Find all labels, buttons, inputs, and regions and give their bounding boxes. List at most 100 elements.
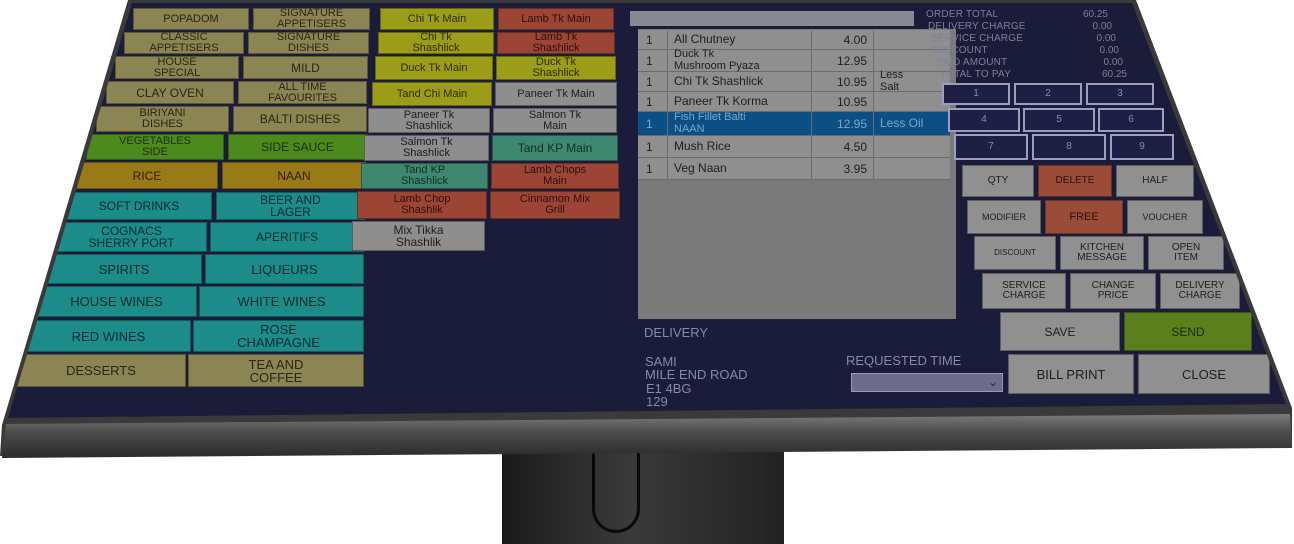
- requested-time-label: REQUESTED TIME: [846, 353, 962, 368]
- category-button[interactable]: SPIRITS: [46, 254, 202, 284]
- save-button[interactable]: SAVE: [1000, 312, 1120, 351]
- category-button[interactable]: RED WINES: [26, 320, 191, 352]
- category-button[interactable]: MILD: [243, 56, 368, 79]
- order-row[interactable]: 1 Duck Tk Mushroom Pyaza 12.95: [638, 48, 950, 72]
- voucher-button[interactable]: VOUCHER: [1127, 200, 1203, 234]
- menu-item-button[interactable]: Chi Tk Shashlick: [378, 32, 494, 54]
- menu-item-button[interactable]: Salmon Tk Main: [493, 108, 617, 133]
- order-qty: 1: [638, 158, 668, 179]
- category-button[interactable]: CLAY OVEN: [106, 81, 234, 104]
- category-button[interactable]: SIGNATURE APPETISERS: [253, 8, 370, 30]
- category-button[interactable]: RICE: [76, 162, 218, 189]
- keypad-8-button[interactable]: 8: [1032, 134, 1106, 160]
- category-button[interactable]: ROSE CHAMPAGNE: [193, 320, 364, 352]
- order-price: 12.95: [812, 50, 874, 71]
- category-button[interactable]: APERITIFS: [210, 222, 364, 252]
- menu-item-button[interactable]: Tand Chi Main: [372, 82, 492, 106]
- menu-item-button[interactable]: Chi Tk Main: [380, 8, 494, 30]
- delivery-charge-button[interactable]: DELIVERY CHARGE: [1160, 273, 1240, 309]
- menu-item-button[interactable]: Lamb Tk Shashlick: [497, 32, 615, 54]
- category-button[interactable]: BEER AND LAGER: [216, 192, 365, 220]
- paid-amount-label: PAID AMOUNT: [937, 57, 1008, 68]
- category-button[interactable]: HOUSE SPECIAL: [115, 56, 239, 79]
- order-note: [874, 158, 950, 179]
- category-button[interactable]: HOUSE WINES: [36, 286, 197, 317]
- category-button[interactable]: VEGETABLES SIDE: [86, 134, 224, 160]
- menu-item-button[interactable]: Cinnamon Mix Grill: [490, 191, 620, 219]
- order-row[interactable]: 1 All Chutney 4.00: [638, 30, 950, 50]
- order-row[interactable]: 1 Veg Naan 3.95: [638, 158, 950, 180]
- order-note: [874, 92, 950, 111]
- keypad-9-button[interactable]: 9: [1110, 134, 1174, 160]
- order-item-name: Paneer Tk Korma: [668, 92, 812, 111]
- category-button[interactable]: DESSERTS: [16, 354, 186, 387]
- category-button[interactable]: POPADOM: [133, 8, 249, 30]
- chevron-down-icon: ⌄: [987, 375, 998, 389]
- category-button[interactable]: SIDE SAUCE: [228, 134, 367, 160]
- close-button[interactable]: CLOSE: [1138, 354, 1270, 394]
- open-item-button[interactable]: OPEN ITEM: [1148, 236, 1224, 270]
- order-row[interactable]: 1 Mush Rice 4.50: [638, 136, 950, 158]
- change-price-button[interactable]: CHANGE PRICE: [1070, 273, 1156, 309]
- menu-item-button[interactable]: Duck Tk Main: [375, 56, 493, 80]
- keypad-5-button[interactable]: 5: [1023, 108, 1095, 132]
- category-button[interactable]: LIQUEURS: [205, 254, 364, 284]
- keypad-4-button[interactable]: 4: [948, 108, 1020, 132]
- menu-item-button[interactable]: Mix Tikka Shashlik: [352, 221, 485, 251]
- order-note: [874, 136, 950, 157]
- keypad-6-button[interactable]: 6: [1098, 108, 1164, 132]
- half-button[interactable]: HALF: [1116, 165, 1194, 197]
- kitchen-message-button[interactable]: KITCHEN MESSAGE: [1060, 236, 1144, 270]
- order-header: [630, 11, 914, 26]
- menu-item-button[interactable]: Tand KP Main: [492, 135, 618, 161]
- order-total-label: ORDER TOTAL: [926, 9, 999, 20]
- category-button[interactable]: SOFT DRINKS: [66, 192, 212, 220]
- menu-item-button[interactable]: Paneer Tk Main: [495, 82, 617, 106]
- category-button[interactable]: TEA AND COFFEE: [188, 354, 364, 387]
- order-qty: 1: [638, 30, 668, 49]
- order-row[interactable]: 1 Paneer Tk Korma 10.95: [638, 92, 950, 112]
- order-item-name: Chi Tk Shashlick: [668, 72, 812, 91]
- menu-item-button[interactable]: Tand KP Shashlick: [361, 163, 488, 189]
- send-button[interactable]: SEND: [1124, 312, 1252, 351]
- order-row[interactable]: 1 Chi Tk Shashlick 10.95 Less Salt: [638, 69, 950, 92]
- bill-print-button[interactable]: BILL PRINT: [1008, 354, 1134, 394]
- keypad-3-button[interactable]: 3: [1086, 83, 1154, 105]
- discount-label: DISCOUNT: [934, 45, 988, 56]
- delivery-charge-value: 0.00: [1092, 21, 1112, 32]
- menu-item-button[interactable]: Lamb Tk Main: [498, 8, 614, 30]
- menu-item-button[interactable]: Paneer Tk Shashlick: [368, 108, 490, 133]
- category-button[interactable]: NAAN: [222, 162, 366, 189]
- discount-button[interactable]: DISCOUNT: [974, 236, 1056, 270]
- menu-item-button[interactable]: Duck Tk Shashlick: [496, 56, 616, 80]
- category-button[interactable]: ALL TIME FAVOURITES: [238, 81, 367, 104]
- delete-button[interactable]: DELETE: [1038, 165, 1112, 197]
- keypad-1-button[interactable]: 1: [942, 83, 1010, 105]
- order-qty: 1: [638, 72, 668, 91]
- menu-item-button[interactable]: Lamb Chop Shashlik: [357, 191, 487, 219]
- monitor-cable: [592, 440, 640, 533]
- order-qty: 1: [638, 50, 668, 71]
- requested-time-select[interactable]: ⌄: [851, 373, 1003, 392]
- keypad-2-button[interactable]: 2: [1014, 83, 1082, 105]
- order-row-selected[interactable]: 1 Fish Fillet Balti NAAN 12.95 Less Oil: [638, 111, 950, 136]
- category-button[interactable]: CLASSIC APPETISERS: [124, 32, 244, 54]
- order-price: 12.95: [812, 112, 874, 135]
- menu-item-button[interactable]: Lamb Chops Main: [491, 163, 619, 189]
- qty-button[interactable]: QTY: [962, 165, 1034, 197]
- menu-item-button[interactable]: Salmon Tk Shashlick: [364, 135, 489, 161]
- order-item-name: Veg Naan: [668, 158, 812, 179]
- category-button[interactable]: BALTI DISHES: [233, 106, 367, 132]
- order-qty: 1: [638, 92, 668, 111]
- category-button[interactable]: WHITE WINES: [199, 286, 364, 317]
- service-charge-button[interactable]: SERVICE CHARGE: [982, 273, 1066, 309]
- order-item-name: Mush Rice: [668, 136, 812, 157]
- keypad-7-button[interactable]: 7: [954, 134, 1028, 160]
- free-button[interactable]: FREE: [1045, 200, 1123, 234]
- category-button[interactable]: BIRIYANI DISHES: [96, 106, 229, 132]
- discount-value: 0.00: [1099, 45, 1119, 56]
- monitor-stand: [502, 440, 784, 544]
- modifier-button[interactable]: MODIFIER: [967, 200, 1041, 234]
- category-button[interactable]: COGNACS SHERRY PORT: [56, 222, 207, 252]
- category-button[interactable]: SIGNATURE DISHES: [248, 32, 369, 54]
